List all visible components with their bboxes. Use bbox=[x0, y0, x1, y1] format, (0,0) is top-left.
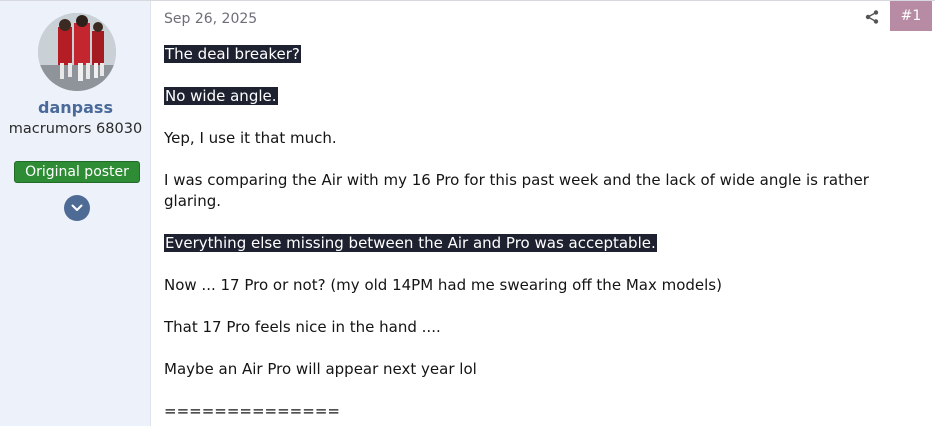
username[interactable]: danpass bbox=[0, 98, 151, 117]
forum-post: danpass macrumors 68030 Original poster … bbox=[0, 0, 935, 426]
avatar[interactable] bbox=[38, 13, 116, 91]
post-date[interactable]: Sep 26, 2025 bbox=[164, 11, 257, 27]
avatar-image bbox=[38, 13, 116, 91]
post-paragraph: The deal breaker? bbox=[164, 44, 301, 65]
user-title: macrumors 68030 bbox=[8, 121, 143, 137]
post-paragraph: ============== bbox=[164, 402, 340, 420]
post-paragraph-continued: glaring. bbox=[164, 192, 222, 210]
post-paragraph: Everything else missing between the Air … bbox=[164, 233, 657, 254]
post-paragraph: That 17 Pro feels nice in the hand .... bbox=[164, 318, 441, 336]
post-number-link[interactable]: #1 bbox=[890, 1, 932, 31]
chevron-down-icon bbox=[71, 204, 83, 211]
post-paragraph: No wide angle. bbox=[164, 86, 278, 107]
share-icon bbox=[865, 10, 879, 24]
post-paragraph: I was comparing the Air with my 16 Pro f… bbox=[164, 171, 869, 189]
highlighted-text: Everything else missing between the Air … bbox=[164, 234, 657, 252]
user-sidebar: danpass macrumors 68030 Original poster bbox=[0, 1, 151, 426]
post-paragraph: Yep, I use it that much. bbox=[164, 129, 337, 147]
share-button[interactable] bbox=[861, 7, 883, 27]
highlighted-text: The deal breaker? bbox=[164, 45, 301, 63]
highlighted-text: No wide angle. bbox=[164, 87, 278, 105]
post-paragraph: Maybe an Air Pro will appear next year l… bbox=[164, 360, 477, 378]
post-paragraph: Now ... 17 Pro or not? (my old 14PM had … bbox=[164, 276, 722, 294]
post-main: Sep 26, 2025 #1 The deal breaker? No wid… bbox=[151, 1, 935, 426]
expand-user-button[interactable] bbox=[64, 195, 90, 221]
original-poster-badge: Original poster bbox=[14, 161, 140, 183]
